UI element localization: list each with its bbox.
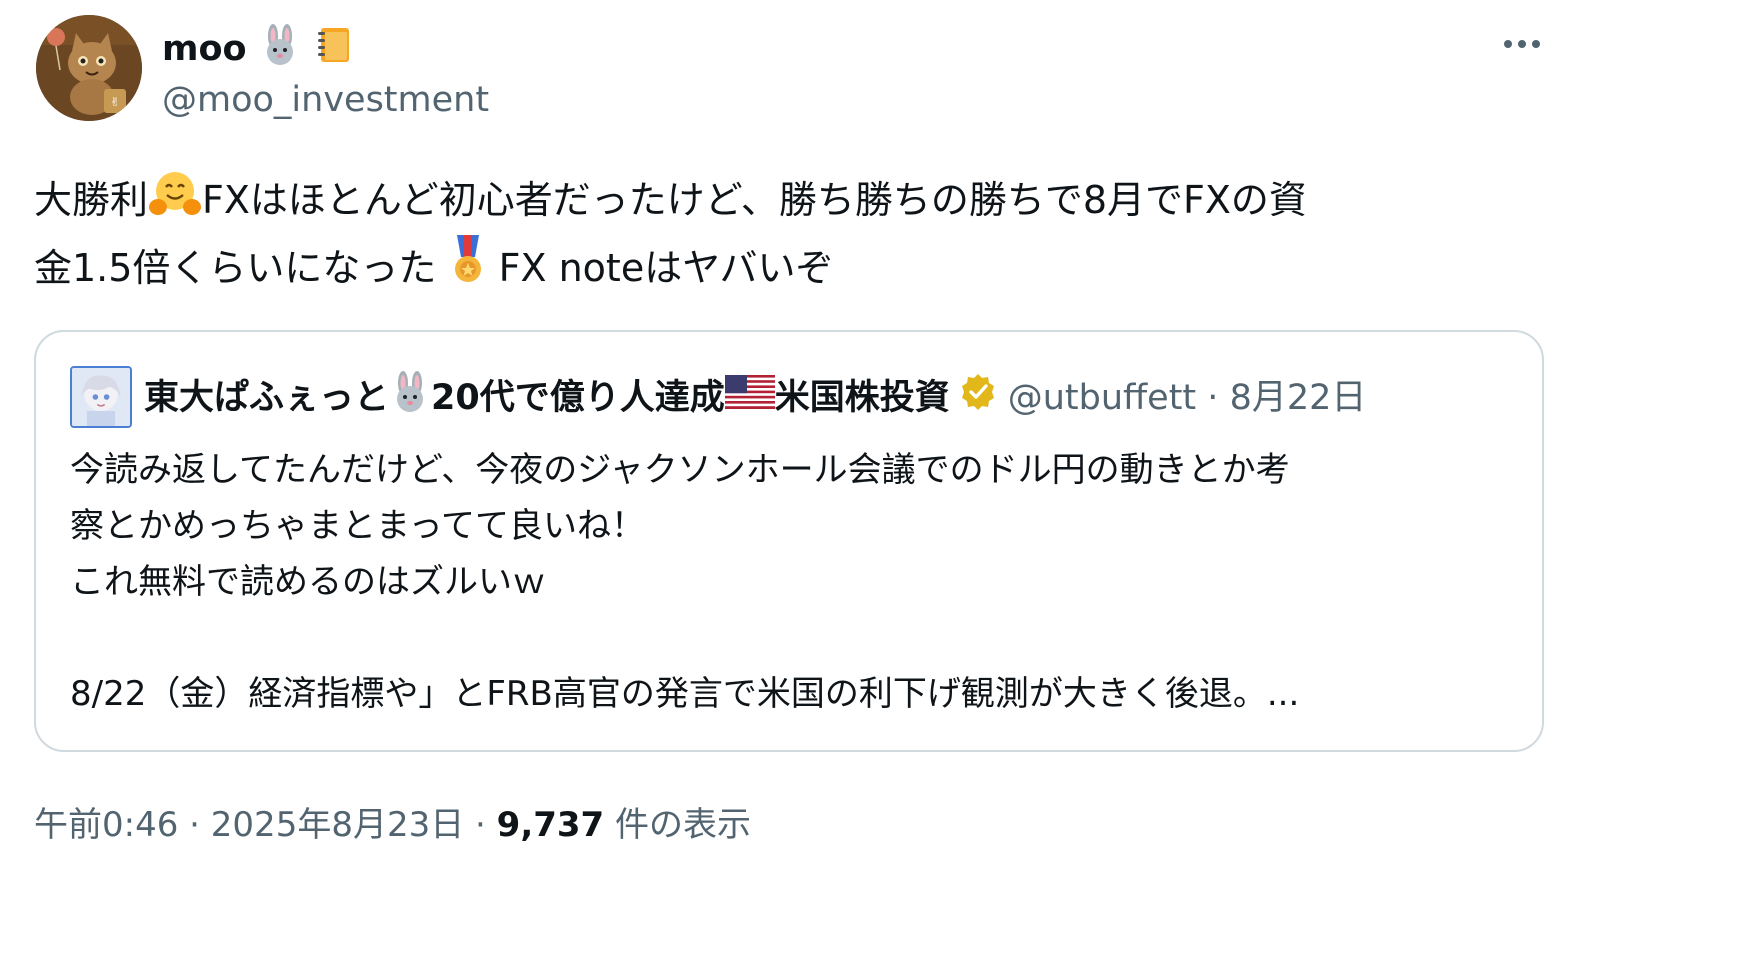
tweet-time: 午前0:46 xyxy=(34,805,179,845)
rabbit-face-icon xyxy=(389,370,431,426)
views-label: 件の表示 xyxy=(615,805,752,845)
dot-separator: · xyxy=(475,805,486,845)
quoted-name-text: 東大ぱふぇっと xyxy=(144,378,390,418)
more-options-button[interactable] xyxy=(1494,24,1550,64)
quoted-tweet-header: 東大ぱふぇっと 20代で億り人達成 米国株投資 @utbuffett · 8月2… xyxy=(144,370,1367,422)
tweet-text-segment: FXはほとんど初心者だったけど、勝ち勝ちの勝ちで8月でFXの資 xyxy=(202,178,1307,222)
cat-avatar-image: ✌ xyxy=(36,15,142,121)
quoted-handle[interactable]: @utbuffett xyxy=(1008,378,1196,418)
quoted-name-text: 20代で億り人達成 xyxy=(431,378,725,418)
tweet-text: 大勝利 FXはほとんど初心者だったけど、勝ち勝ちの勝ちで8月でFXの資 金1.5倍… xyxy=(34,166,1544,302)
quoted-tweet-card[interactable]: 東大ぱふぇっと 20代で億り人達成 米国株投資 @utbuffett · 8月2… xyxy=(34,330,1544,752)
tweet-footer: 午前0:46 · 2025年8月23日 · 9,737 件の表示 xyxy=(34,800,751,850)
hugging-face-icon xyxy=(148,169,202,240)
tweet-line-2: 金1.5倍くらいになった FX noteはヤバいぞ xyxy=(34,234,1544,302)
author-avatar[interactable]: ✌ xyxy=(36,15,142,121)
dot-separator: · xyxy=(1207,378,1219,418)
us-flag-icon xyxy=(724,374,775,422)
quoted-line: 今読み返してたんだけど、今夜のジャクソンホール会議でのドル円の動きとか考 xyxy=(70,450,1290,490)
tweet-line-1: 大勝利 FXはほとんど初心者だったけど、勝ち勝ちの勝ちで8月でFXの資 xyxy=(34,166,1544,234)
notebook-icon xyxy=(313,24,355,77)
author-handle[interactable]: @moo_investment xyxy=(162,78,489,122)
tweet-timestamp-link[interactable]: 午前0:46 · 2025年8月23日 xyxy=(34,805,464,845)
more-dots-icon xyxy=(1504,40,1540,48)
tweet-text-segment: 金1.5倍くらいになった xyxy=(34,246,437,290)
author-display-name[interactable]: moo xyxy=(162,24,355,77)
quoted-line: 8/22（金）経済指標や」とFRB高官の発言で米国の利下げ観測が大きく後退。..… xyxy=(70,674,1300,714)
quoted-date[interactable]: 8月22日 xyxy=(1230,378,1367,418)
quoted-line: これ無料で読めるのはズルいｗ xyxy=(70,562,546,602)
quoted-line xyxy=(70,610,1510,666)
quoted-author-avatar[interactable] xyxy=(70,366,132,428)
tweet: ✌ moo @moo_investment 大勝利 FXはほとんど初心者だったけ… xyxy=(0,0,1760,958)
quoted-tweet-text: 今読み返してたんだけど、今夜のジャクソンホール会議でのドル円の動きとか考 察とか… xyxy=(70,442,1510,722)
quoted-meta: @utbuffett · 8月22日 xyxy=(1008,374,1367,422)
quoted-author-name[interactable]: 東大ぱふぇっと 20代で億り人達成 米国株投資 xyxy=(144,370,998,426)
quoted-line: 察とかめっちゃまとまってて良いね！ xyxy=(70,506,645,546)
svg-text:✌: ✌ xyxy=(110,95,120,109)
tweet-date: 2025年8月23日 xyxy=(210,805,465,845)
verified-badge-icon xyxy=(958,372,998,425)
anime-avatar-image xyxy=(72,368,130,426)
views-count: 9,737 xyxy=(496,805,605,845)
tweet-text-segment: FX noteはヤバいぞ xyxy=(498,246,834,290)
military-medal-icon xyxy=(449,235,487,308)
dot-separator: · xyxy=(189,805,200,845)
tweet-text-segment: 大勝利 xyxy=(34,178,149,222)
author-name-text: moo xyxy=(162,29,247,69)
rabbit-face-icon xyxy=(259,24,301,77)
quoted-name-text: 米国株投資 xyxy=(774,378,950,418)
